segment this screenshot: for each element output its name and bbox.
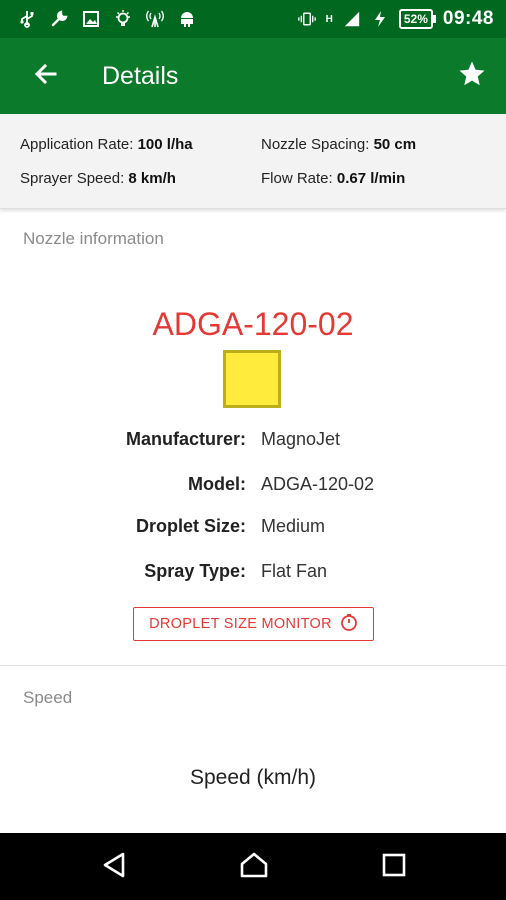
wrench-icon xyxy=(50,10,68,28)
speed-chart-heading: Speed (km/h) xyxy=(189,766,317,789)
home-icon xyxy=(239,851,269,884)
summary-flow-rate: Flow Rate: 0.67 l/min xyxy=(261,170,405,187)
image-icon xyxy=(82,10,100,28)
usb-icon xyxy=(18,10,36,28)
detail-row-droplet-size: Droplet Size: Medium xyxy=(0,516,506,542)
detail-key: Model: xyxy=(188,474,246,494)
nozzle-color-swatch xyxy=(223,350,281,408)
arrow-left-icon xyxy=(33,61,59,92)
summary-nozzle-spacing: Nozzle Spacing: 50 cm xyxy=(261,136,416,153)
nav-home-button[interactable] xyxy=(226,845,282,889)
detail-value: Flat Fan xyxy=(261,561,328,581)
signal-tower-icon xyxy=(146,10,164,28)
summary-label: Flow Rate: xyxy=(261,170,333,187)
nozzle-name: ADGA-120-02 xyxy=(152,306,354,342)
battery-indicator: 52% xyxy=(398,9,436,29)
star-icon xyxy=(457,59,487,94)
back-triangle-icon xyxy=(101,851,127,884)
detail-row-manufacturer: Manufacturer: MagnoJet xyxy=(0,429,506,455)
status-clock: 09:48 xyxy=(442,8,494,29)
notification-icons xyxy=(0,10,196,28)
system-indicators: H 52% 09:48 xyxy=(297,8,506,30)
detail-key: Manufacturer: xyxy=(125,429,246,449)
detail-row-spray-type: Spray Type: Flat Fan xyxy=(0,561,506,587)
detail-key: Droplet Size: xyxy=(135,516,246,536)
app-bar: Details xyxy=(0,38,506,114)
back-button[interactable] xyxy=(26,56,66,96)
speed-section-label: Speed xyxy=(23,688,73,707)
section-divider xyxy=(0,665,506,666)
android-icon xyxy=(178,10,196,28)
droplet-size-monitor-label: DROPLET SIZE MONITOR xyxy=(149,616,332,632)
summary-sprayer-speed: Sprayer Speed: 8 km/h xyxy=(20,170,176,187)
page-title: Details xyxy=(102,61,179,90)
summary-label: Application Rate: xyxy=(20,136,134,153)
charging-icon xyxy=(371,10,389,28)
lightbulb-icon xyxy=(114,10,132,28)
summary-value: 50 cm xyxy=(373,136,417,153)
network-type-label: H xyxy=(325,14,333,25)
summary-value: 8 km/h xyxy=(128,170,176,187)
summary-label: Sprayer Speed: xyxy=(20,170,125,187)
detail-row-model: Model: ADGA-120-02 xyxy=(0,474,506,500)
summary-application-rate: Application Rate: 100 l/ha xyxy=(20,136,193,153)
system-nav-bar xyxy=(0,833,506,900)
nav-back-button[interactable] xyxy=(86,845,142,889)
favorite-button[interactable] xyxy=(452,56,492,96)
vibrate-icon xyxy=(297,10,316,28)
nav-recents-button[interactable] xyxy=(366,845,422,889)
calculation-summary: Application Rate: 100 l/ha Nozzle Spacin… xyxy=(0,114,506,209)
detail-value: MagnoJet xyxy=(261,429,341,449)
network-signal-icon xyxy=(343,10,361,28)
summary-label: Nozzle Spacing: xyxy=(261,136,370,153)
recents-square-icon xyxy=(381,852,407,883)
summary-value: 0.67 l/min xyxy=(336,170,406,187)
detail-key: Spray Type: xyxy=(144,561,246,581)
nozzle-section-label: Nozzle information xyxy=(23,229,164,248)
detail-value: Medium xyxy=(261,516,326,536)
droplet-size-monitor-button[interactable]: DROPLET SIZE MONITOR xyxy=(133,607,374,641)
gauge-icon xyxy=(340,613,358,635)
summary-value: 100 l/ha xyxy=(137,136,193,153)
status-bar: H 52% 09:48 xyxy=(0,0,506,38)
detail-value: ADGA-120-02 xyxy=(261,474,375,494)
